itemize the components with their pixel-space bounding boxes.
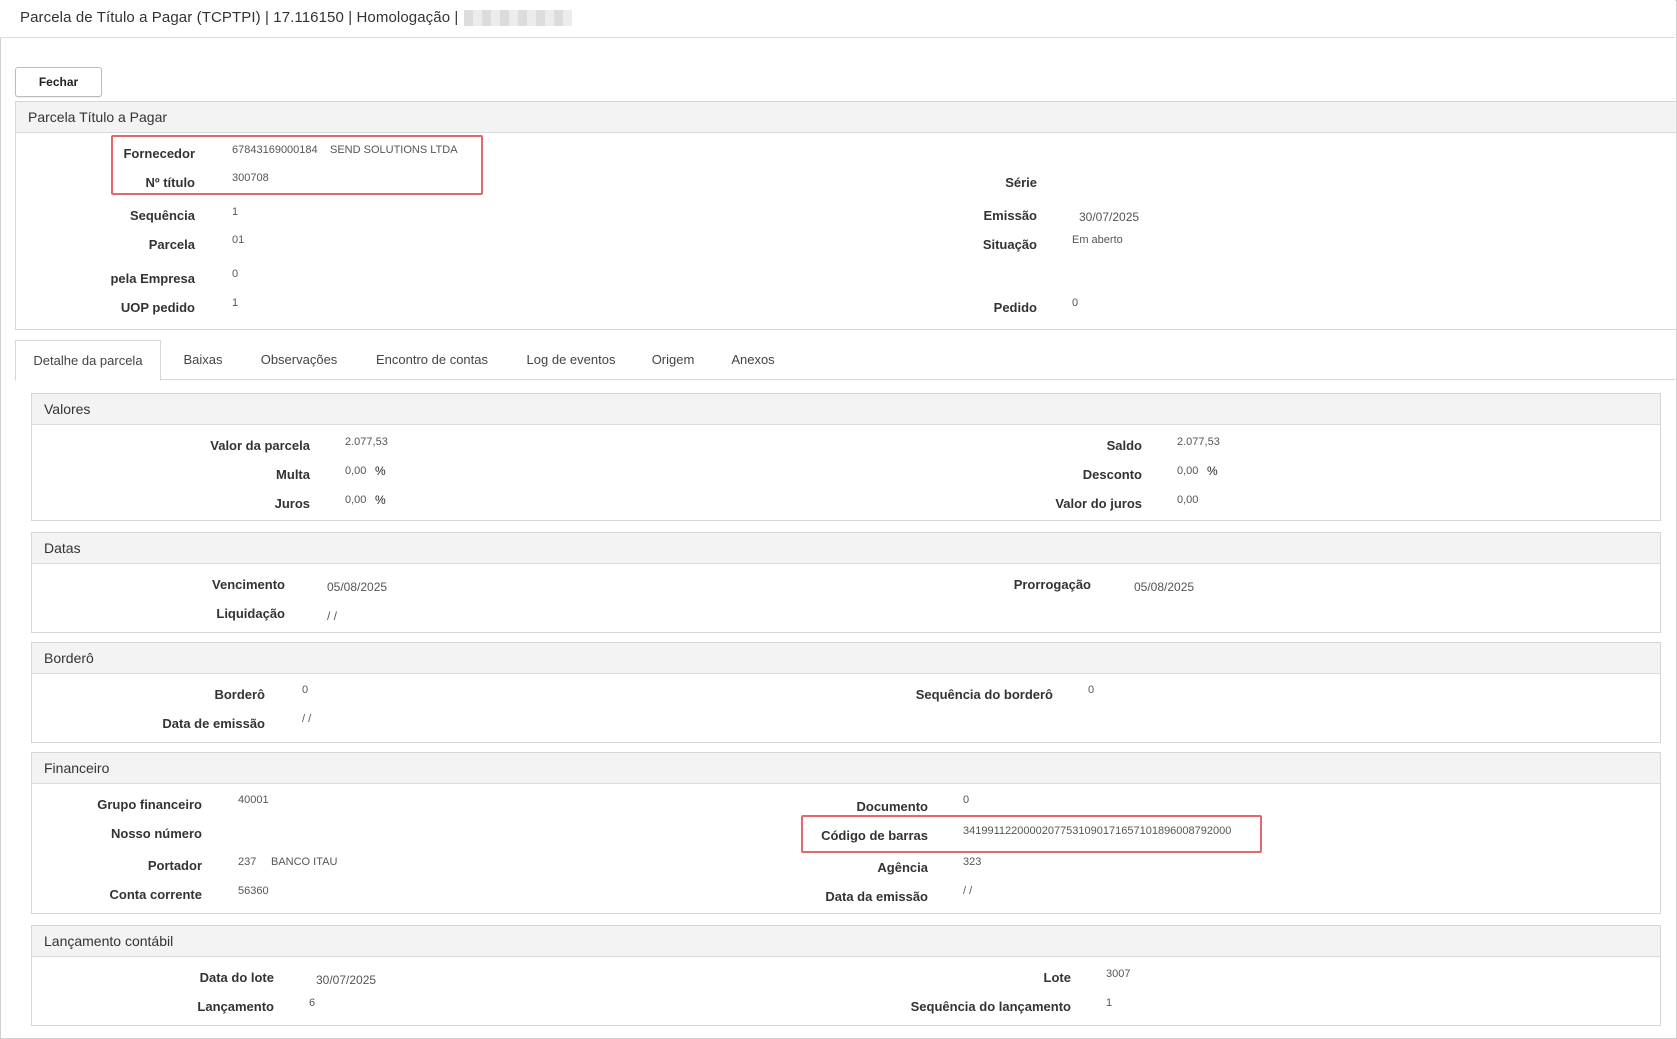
title-bar: Parcela de Título a Pagar (TCPTPI) | 17.… <box>0 0 1675 38</box>
lancamento-value: 6 <box>309 997 316 1009</box>
sequencia-bordero-label: Sequência do borderô <box>915 687 1053 702</box>
lancamento-label: Lançamento <box>197 999 274 1014</box>
valor-juros-value: 0,00 <box>1177 494 1199 506</box>
prorrogacao-value: 05/08/2025 <box>1134 580 1195 594</box>
juros-value: 0,00 <box>345 494 367 506</box>
close-button[interactable]: Fechar <box>15 67 102 97</box>
sequencia-lancamento-value: 1 <box>1106 997 1113 1009</box>
financeiro-title-text: Financeiro <box>44 760 110 776</box>
redacted-environment <box>464 10 573 27</box>
window-title-text: Parcela de Título a Pagar (TCPTPI) | 17.… <box>20 9 459 26</box>
tab-origem[interactable]: Origem <box>635 340 711 378</box>
sequencia-value: 1 <box>232 206 239 218</box>
emissao-label: Emissão <box>983 208 1037 223</box>
tab-bar: Detalhe da parcela Baixas Observações En… <box>15 340 1675 381</box>
portador-label: Portador <box>147 858 202 873</box>
prorrogacao-label: Prorrogação <box>1013 577 1091 592</box>
numero-titulo-value: 300708 <box>232 172 269 184</box>
lancamento-panel: Lançamento contábil <box>31 925 1661 1026</box>
pela-empresa-value: 0 <box>232 268 239 280</box>
data-lote-value: 30/07/2025 <box>316 973 377 987</box>
bordero-title-text: Borderô <box>44 650 94 666</box>
desconto-percent: % <box>1207 464 1218 478</box>
lancamento-title-text: Lançamento contábil <box>44 933 174 949</box>
tab-anexos[interactable]: Anexos <box>715 340 791 378</box>
grupo-financeiro-value: 40001 <box>238 794 269 806</box>
tab-baixas[interactable]: Baixas <box>163 340 243 378</box>
bordero-data-emissao-label: Data de emissão <box>162 716 265 731</box>
bordero-title: Borderô <box>32 643 1660 674</box>
situacao-value: Em aberto <box>1072 234 1123 246</box>
header-panel-title-text: Parcela Título a Pagar <box>28 109 168 125</box>
tab-detalhe-parcela[interactable]: Detalhe da parcela <box>15 340 161 381</box>
portador-name: BANCO ITAU <box>271 856 338 868</box>
valor-juros-label: Valor do juros <box>1055 496 1142 511</box>
desconto-label: Desconto <box>1082 467 1142 482</box>
serie-label: Série <box>1005 175 1037 190</box>
lote-value: 3007 <box>1106 968 1131 980</box>
bordero-label: Borderô <box>214 687 265 702</box>
saldo-value: 2.077,53 <box>1177 436 1220 448</box>
bordero-value: 0 <box>302 684 309 696</box>
codigo-barras-label: Código de barras <box>821 828 928 843</box>
vencimento-label: Vencimento <box>212 577 285 592</box>
situacao-label: Situação <box>982 237 1037 252</box>
portador-code: 237 <box>238 856 257 868</box>
desconto-value: 0,00 <box>1177 465 1199 477</box>
liquidacao-value: / / <box>327 609 338 623</box>
liquidacao-label: Liquidação <box>216 606 285 621</box>
tab-encontro-contas[interactable]: Encontro de contas <box>357 340 507 378</box>
agencia-value: 323 <box>963 856 982 868</box>
conta-corrente-value: 56360 <box>238 885 269 897</box>
pedido-label: Pedido <box>993 300 1037 315</box>
valores-title: Valores <box>32 394 1660 425</box>
juros-label: Juros <box>274 496 310 511</box>
pela-empresa-label: pela Empresa <box>110 271 195 286</box>
multa-percent: % <box>375 464 386 478</box>
financeiro-data-emissao-value: / / <box>963 885 973 897</box>
juros-percent: % <box>375 493 386 507</box>
bordero-panel: Borderô <box>31 642 1661 743</box>
multa-label: Multa <box>276 467 310 482</box>
header-panel-title: Parcela Título a Pagar <box>16 102 1676 133</box>
data-lote-label: Data do lote <box>199 970 274 985</box>
agencia-label: Agência <box>877 860 928 875</box>
financeiro-title: Financeiro <box>32 753 1660 784</box>
uop-pedido-label: UOP pedido <box>120 300 195 315</box>
grupo-financeiro-label: Grupo financeiro <box>97 797 202 812</box>
tab-log-eventos[interactable]: Log de eventos <box>512 340 630 378</box>
multa-value: 0,00 <box>345 465 367 477</box>
tab-observacoes[interactable]: Observações <box>246 340 352 378</box>
datas-title-text: Datas <box>44 540 81 556</box>
numero-titulo-label: Nº título <box>145 175 195 190</box>
fornecedor-label: Fornecedor <box>123 146 195 161</box>
parcela-value: 01 <box>232 234 245 246</box>
documento-value: 0 <box>963 794 970 806</box>
fornecedor-name: SEND SOLUTIONS LTDA <box>330 144 458 156</box>
fornecedor-code: 67843169000184 <box>232 144 318 156</box>
window-title: Parcela de Título a Pagar (TCPTPI) | 17.… <box>20 9 573 27</box>
uop-pedido-value: 1 <box>232 297 239 309</box>
valor-parcela-label: Valor da parcela <box>210 438 310 453</box>
datas-title: Datas <box>32 533 1660 564</box>
vencimento-value: 05/08/2025 <box>327 580 388 594</box>
valores-title-text: Valores <box>44 401 91 417</box>
sequencia-label: Sequência <box>129 208 195 223</box>
valor-parcela-value: 2.077,53 <box>345 436 388 448</box>
sequencia-lancamento-label: Sequência do lançamento <box>910 999 1071 1014</box>
conta-corrente-label: Conta corrente <box>109 887 202 902</box>
codigo-barras-value: 3419911220000207753109017165710189600879… <box>963 825 1232 837</box>
emissao-value: 30/07/2025 <box>1079 210 1140 224</box>
sequencia-bordero-value: 0 <box>1088 684 1095 696</box>
bordero-data-emissao-value: / / <box>302 713 312 725</box>
lancamento-title: Lançamento contábil <box>32 926 1660 957</box>
saldo-label: Saldo <box>1106 438 1142 453</box>
pedido-value: 0 <box>1072 297 1079 309</box>
documento-label: Documento <box>856 799 929 814</box>
lote-label: Lote <box>1043 970 1071 985</box>
nosso-numero-label: Nosso número <box>110 826 202 841</box>
parcela-label: Parcela <box>148 237 195 252</box>
financeiro-data-emissao-label: Data da emissão <box>825 889 928 904</box>
